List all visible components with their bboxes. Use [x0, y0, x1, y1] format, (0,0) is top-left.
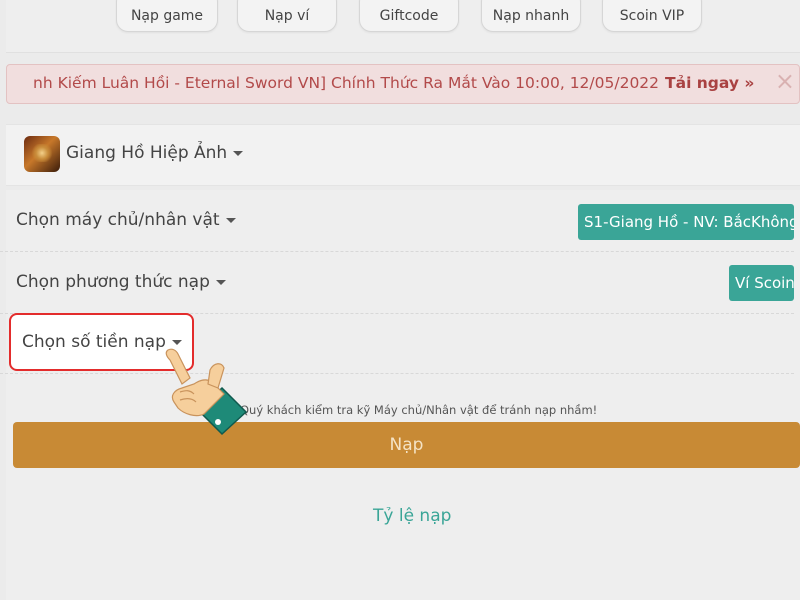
- notice-banner: nh Kiếm Luân Hồi - Eternal Sword VN] Chí…: [6, 64, 800, 104]
- game-logo: [24, 136, 60, 172]
- rate-link[interactable]: Tỷ lệ nạp: [373, 506, 451, 526]
- notice-text: nh Kiếm Luân Hồi - Eternal Sword VN] Chí…: [33, 74, 754, 92]
- top-nav: Nạp game Nạp ví Giftcode Nạp nhanh Scoin…: [6, 0, 800, 53]
- server-label: Chọn máy chủ/nhân vật: [16, 210, 220, 230]
- method-label: Chọn phương thức nạp: [16, 272, 210, 292]
- server-value-badge[interactable]: S1-Giang Hồ - NV: BắcKhông: [578, 204, 794, 240]
- server-row: Chọn máy chủ/nhân vật S1-Giang Hồ - NV: …: [0, 190, 794, 252]
- caret-down-icon: [171, 339, 182, 345]
- game-selector[interactable]: Giang Hồ Hiệp Ảnh: [6, 124, 800, 186]
- warning-text: Quý khách kiểm tra kỹ Máy chủ/Nhân vật đ…: [240, 403, 598, 417]
- method-select[interactable]: Chọn phương thức nạp: [16, 272, 226, 292]
- caret-down-icon: [225, 217, 236, 223]
- server-select[interactable]: Chọn máy chủ/nhân vật: [16, 210, 236, 230]
- nav-nap-vi-button[interactable]: Nạp ví: [237, 0, 337, 32]
- notice-message: nh Kiếm Luân Hồi - Eternal Sword VN] Chí…: [33, 74, 660, 92]
- nav-scoin-vip-button[interactable]: Scoin VIP: [602, 0, 702, 32]
- pointing-hand-icon: [165, 348, 248, 436]
- nav-giftcode-button[interactable]: Giftcode: [359, 0, 459, 32]
- method-value-badge[interactable]: Ví Scoin: [729, 265, 794, 301]
- notice-download-link[interactable]: Tải ngay »: [665, 74, 754, 92]
- game-name-label: Giang Hồ Hiệp Ảnh: [66, 143, 228, 163]
- submit-button[interactable]: Nạp: [13, 422, 800, 468]
- caret-down-icon: [233, 150, 244, 156]
- close-icon[interactable]: ×: [775, 69, 795, 93]
- caret-down-icon: [215, 279, 226, 285]
- game-name[interactable]: Giang Hồ Hiệp Ảnh: [66, 143, 244, 163]
- nav-nap-game-button[interactable]: Nạp game: [116, 0, 218, 32]
- amount-label: Chọn số tiền nạp: [22, 332, 166, 352]
- method-row: Chọn phương thức nạp Ví Scoin: [0, 251, 794, 314]
- nav-nap-nhanh-button[interactable]: Nạp nhanh: [481, 0, 581, 32]
- amount-select[interactable]: Chọn số tiền nạp: [22, 332, 182, 352]
